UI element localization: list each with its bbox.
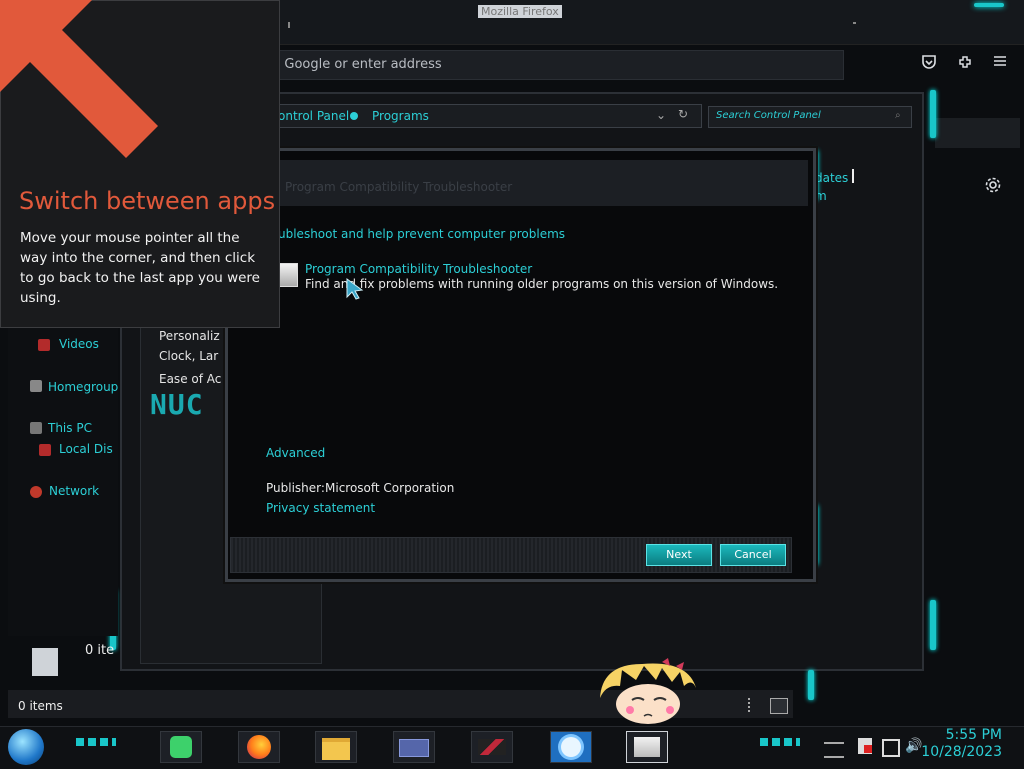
volume-icon[interactable]: 🔊 — [905, 738, 922, 754]
frame-accent-right-bottom — [930, 600, 936, 650]
tab-divider — [288, 22, 290, 28]
breadcrumb-control-panel[interactable]: ontrol Panel — [278, 109, 349, 123]
pocket-icon[interactable] — [918, 53, 940, 75]
clock-date: 10/28/2023 — [921, 744, 1002, 760]
troubleshooter-dialog — [225, 148, 816, 582]
frame-accent-bottom — [808, 670, 814, 700]
taskbar-app-control-panel[interactable] — [393, 731, 435, 763]
local-disk-icon — [39, 444, 51, 456]
taskbar-accent-right — [760, 738, 800, 746]
cp-item-personalization[interactable]: Personaliz — [159, 329, 220, 343]
taskbar-app-settings[interactable] — [550, 731, 592, 763]
tiles-view-icon[interactable] — [770, 698, 788, 714]
status-item-count: 0 items — [18, 699, 63, 713]
taskbar-accent-left — [76, 738, 116, 746]
search-placeholder: Search Control Panel — [716, 110, 821, 121]
publisher-value: Microsoft Corporation — [325, 481, 455, 495]
dialog-title: Program Compatibility Troubleshooter — [285, 180, 513, 194]
settings-sun-icon — [561, 737, 581, 757]
clock-time: 5:55 PM — [945, 727, 1002, 743]
nav-item-homegroup[interactable]: Homegroup — [48, 380, 118, 394]
window-title: Mozilla Firefox — [478, 5, 562, 18]
breadcrumb-programs[interactable]: Programs — [372, 109, 429, 123]
troubleshooter-icon — [634, 737, 660, 757]
control-panel-icon — [399, 739, 429, 757]
network-tray-icon[interactable] — [882, 739, 900, 757]
nuc-logo-icon: NUC — [150, 388, 204, 421]
tip-body: Move your mouse pointer all the way into… — [20, 230, 260, 306]
details-view-icon[interactable] — [748, 698, 756, 712]
text-cursor — [852, 169, 854, 183]
cp-item-ease-of-access[interactable]: Ease of Ac — [159, 372, 221, 386]
dialog-header-text: ubleshoot and help prevent computer prob… — [278, 227, 566, 241]
homegroup-icon — [30, 380, 42, 392]
window-accent-stripe — [974, 3, 1004, 7]
taskbar-app-troubleshooter[interactable] — [626, 731, 668, 763]
privacy-statement-link[interactable]: Privacy statement — [266, 501, 375, 515]
troubleshooter-package-icon — [278, 263, 298, 287]
taskbar-app-red[interactable] — [471, 731, 513, 763]
cp-item-clock[interactable]: Clock, Lar — [159, 349, 218, 363]
explorer-nav-pane — [8, 326, 118, 636]
start-orb-icon[interactable] — [8, 729, 44, 765]
mouse-cursor-icon — [346, 278, 364, 300]
gear-icon[interactable] — [982, 176, 1004, 198]
flag-x-badge-icon — [864, 745, 872, 753]
app-red-icon — [478, 739, 506, 755]
refresh-icon[interactable]: ↻ — [678, 107, 688, 121]
cartoon-character-sticker — [592, 658, 704, 726]
address-bar-placeholder: n Google or enter address — [272, 57, 442, 72]
nav-item-this-pc[interactable]: This PC — [48, 421, 92, 435]
firefox-icon — [247, 735, 271, 759]
file-thumbnail-icon — [32, 648, 58, 676]
frame-accent-right-top — [930, 90, 936, 138]
extensions-icon[interactable] — [954, 53, 976, 75]
tab-divider-2 — [853, 22, 856, 24]
videos-icon — [38, 339, 50, 351]
file-explorer-icon — [322, 738, 350, 760]
nav-item-local-disk[interactable]: Local Dis — [59, 442, 113, 456]
troubleshooter-item-desc: Find and fix problems with running older… — [305, 277, 779, 291]
tip-title: Switch between apps — [19, 187, 276, 215]
menu-hamburger-icon[interactable] — [989, 53, 1011, 75]
taskbar-app-spotify[interactable] — [160, 731, 202, 763]
nav-item-videos[interactable]: Videos — [59, 337, 99, 351]
this-pc-icon — [30, 422, 42, 434]
item-count-right: 0 ite — [85, 643, 115, 658]
corner-arrow-icon — [0, 0, 160, 160]
cancel-button[interactable]: Cancel — [720, 544, 786, 566]
advanced-link[interactable]: Advanced — [266, 446, 325, 460]
taskbar-app-explorer[interactable] — [315, 731, 357, 763]
publisher-label: Publisher: — [266, 481, 325, 495]
notification-bar — [935, 118, 1020, 148]
cp-link-updates[interactable]: dates — [815, 171, 848, 185]
breadcrumb-separator-icon — [350, 112, 358, 120]
troubleshooter-item-title[interactable]: Program Compatibility Troubleshooter — [305, 262, 532, 276]
network-icon — [30, 486, 42, 498]
chevron-down-icon[interactable]: ⌄ — [656, 108, 666, 122]
spotify-icon — [170, 736, 192, 758]
search-icon[interactable]: ⌕ — [895, 110, 901, 121]
nav-item-network[interactable]: Network — [49, 484, 99, 498]
cp-link-m[interactable]: m — [815, 189, 827, 203]
taskbar-clock[interactable]: 5:55 PM 10/28/2023 — [921, 727, 1002, 761]
taskbar-app-firefox[interactable] — [238, 731, 280, 763]
show-desktop-icon[interactable] — [824, 742, 844, 758]
next-button[interactable]: Next — [646, 544, 712, 566]
